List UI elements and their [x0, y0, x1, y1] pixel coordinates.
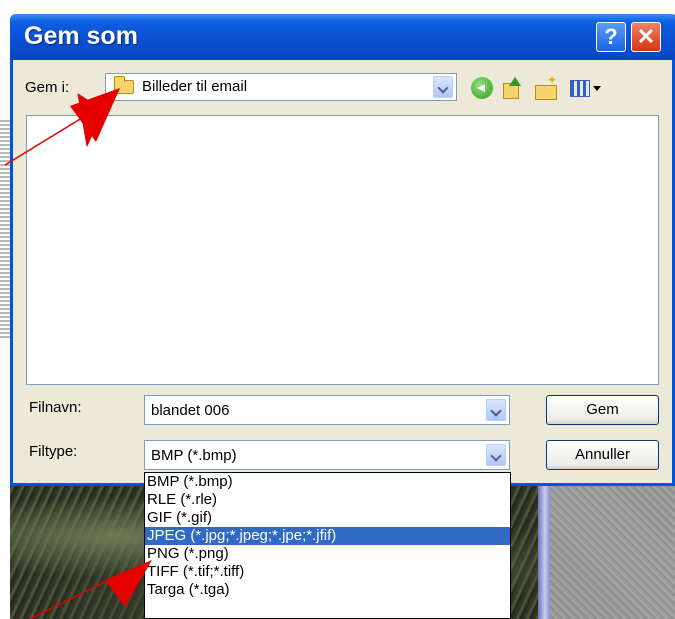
filetype-option[interactable]: TIFF (*.tif;*.tiff): [145, 563, 510, 581]
up-folder-icon[interactable]: [501, 77, 523, 99]
filename-value: blandet 006: [151, 402, 230, 419]
filetype-option[interactable]: GIF (*.gif): [145, 509, 510, 527]
close-button[interactable]: ✕: [631, 22, 661, 52]
save-as-dialog: Gem som ? ✕ Gem i: Billeder til email Fi…: [10, 14, 675, 486]
file-list[interactable]: [26, 115, 659, 385]
save-in-combo[interactable]: Billeder til email: [105, 73, 457, 101]
filetype-option[interactable]: BMP (*.bmp): [145, 473, 510, 491]
filetype-option[interactable]: RLE (*.rle): [145, 491, 510, 509]
cancel-button[interactable]: Annuller: [546, 440, 659, 470]
filename-field[interactable]: blandet 006: [144, 395, 510, 425]
folder-icon: [114, 76, 134, 94]
help-button[interactable]: ?: [596, 22, 626, 52]
views-menu-icon[interactable]: [570, 77, 604, 99]
help-icon: ?: [604, 24, 618, 49]
save-in-value: Billeder til email: [142, 78, 248, 95]
close-icon: ✕: [636, 24, 656, 49]
save-in-label: Gem i:: [25, 79, 70, 96]
filetype-options-list[interactable]: BMP (*.bmp) RLE (*.rle) GIF (*.gif) JPEG…: [144, 472, 511, 619]
filename-dropdown-button[interactable]: [486, 399, 506, 421]
save-in-dropdown-button[interactable]: [433, 76, 453, 98]
filetype-select[interactable]: BMP (*.bmp): [144, 440, 510, 470]
filetype-value: BMP (*.bmp): [151, 447, 237, 464]
new-folder-icon[interactable]: [535, 73, 557, 100]
background-edge: [0, 120, 10, 340]
back-icon[interactable]: [471, 77, 493, 99]
filetype-label: Filtype:: [29, 443, 78, 460]
save-button[interactable]: Gem: [546, 395, 659, 425]
filetype-option[interactable]: PNG (*.png): [145, 545, 510, 563]
filetype-option[interactable]: Targa (*.tga): [145, 581, 510, 599]
filetype-option-highlighted[interactable]: JPEG (*.jpg;*.jpeg;*.jpe;*.jfif): [145, 527, 510, 545]
background-texture: [550, 482, 675, 619]
filetype-dropdown-button[interactable]: [486, 444, 506, 466]
dialog-title: Gem som: [24, 22, 138, 50]
filename-label: Filnavn:: [29, 399, 82, 416]
title-bar[interactable]: Gem som ? ✕: [10, 14, 675, 60]
